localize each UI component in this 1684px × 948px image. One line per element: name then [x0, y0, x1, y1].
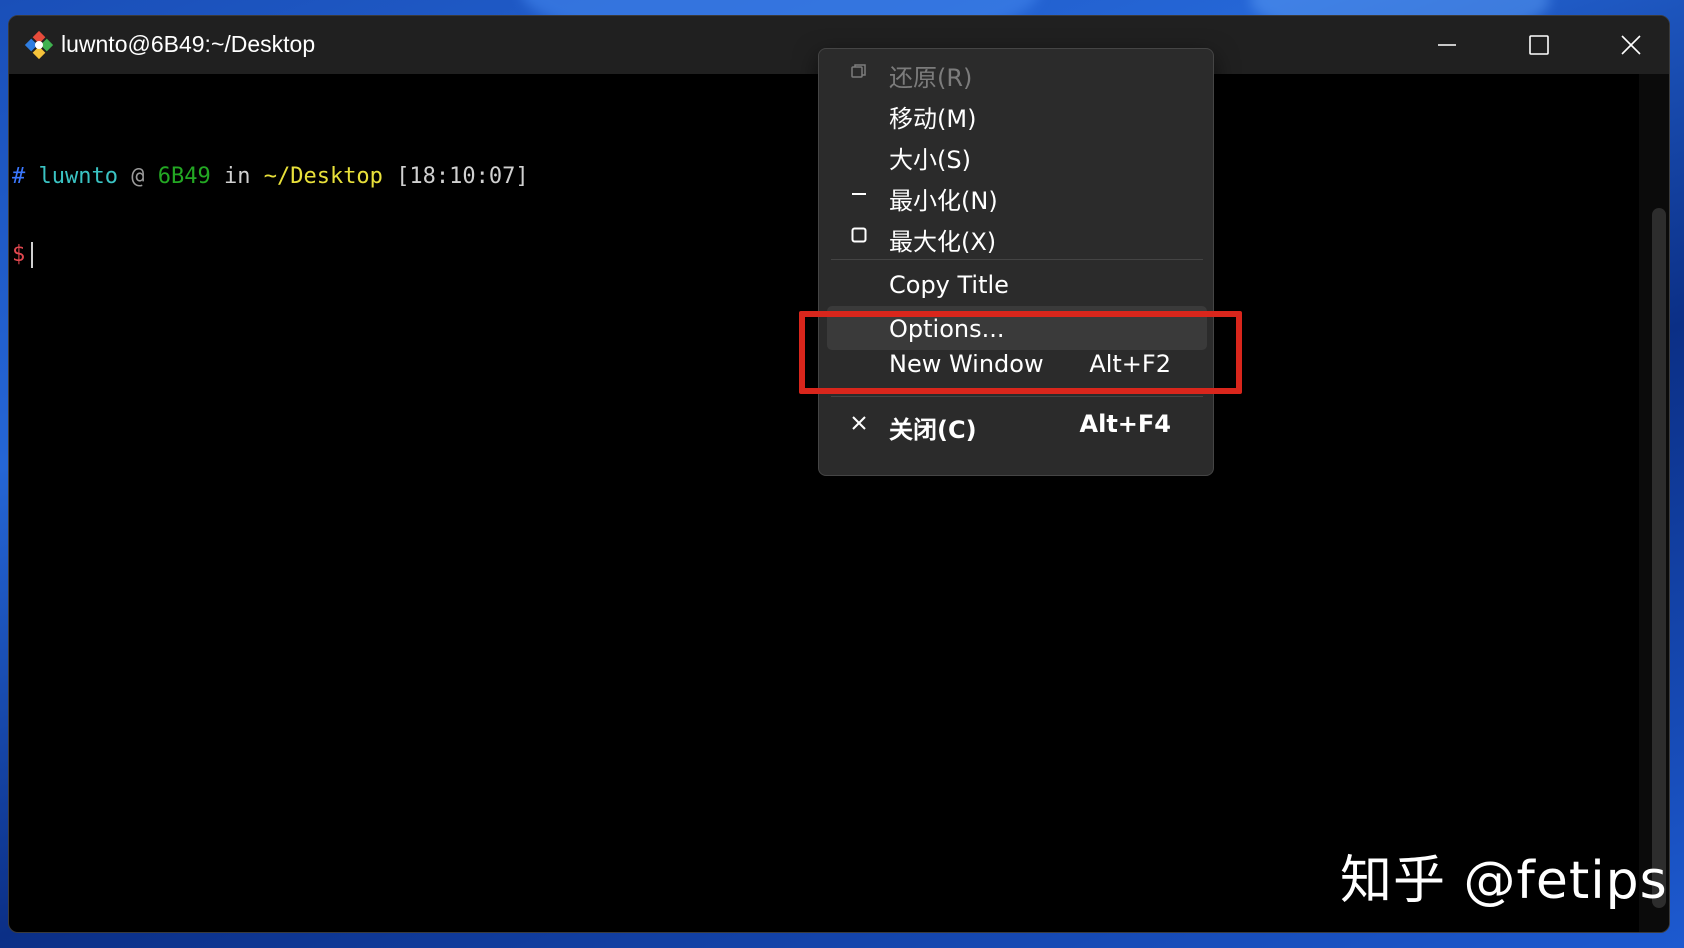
menu-item-minimize[interactable]: 最小化(N) [827, 172, 1207, 216]
prompt-user: luwnto [38, 164, 118, 189]
menu-item-restore[interactable]: 还原(R) [827, 49, 1207, 93]
prompt-time: [18:10:07] [396, 164, 529, 189]
maximize-icon [1529, 35, 1549, 55]
watermark: 知乎 @fetips [1340, 851, 1668, 911]
close-button[interactable] [1585, 16, 1669, 74]
minimize-button[interactable] [1401, 16, 1493, 74]
menu-item-copy-title[interactable]: Copy Title [827, 265, 1207, 301]
text-cursor [31, 242, 34, 268]
prompt-directory: ~/Desktop [263, 164, 383, 189]
menu-item-label: Copy Title [889, 271, 1009, 299]
prompt-hash: # [12, 164, 26, 189]
prompt-in: in [223, 164, 251, 189]
menu-item-close[interactable]: 关闭(C) Alt+F4 [827, 401, 1207, 445]
input-prompt-symbol: $ [12, 242, 26, 267]
close-icon [849, 413, 869, 433]
maximize-icon [849, 225, 869, 245]
maximize-button[interactable] [1493, 16, 1585, 74]
menu-item-label: 移动(M) [889, 105, 977, 133]
annotation-highlight-box [799, 311, 1242, 394]
minimize-icon [1438, 44, 1456, 46]
menu-item-maximize[interactable]: 最大化(X) [827, 213, 1207, 257]
git-logo-icon[interactable] [23, 29, 55, 61]
restore-icon [849, 61, 869, 81]
menu-separator [831, 396, 1203, 397]
menu-item-label: 大小(S) [889, 146, 971, 174]
menu-item-label: 还原(R) [889, 64, 973, 92]
menu-item-label: 最大化(X) [889, 228, 997, 256]
menu-item-label: 关闭(C) [889, 416, 977, 444]
menu-item-size[interactable]: 大小(S) [827, 131, 1207, 175]
prompt-at: @ [131, 164, 145, 189]
window-title: luwnto@6B49:~/Desktop [61, 31, 316, 57]
close-icon [1621, 35, 1641, 55]
menu-item-shortcut: Alt+F4 [1079, 410, 1171, 438]
minimize-icon [849, 184, 869, 204]
scrollbar-thumb[interactable] [1652, 208, 1666, 908]
menu-separator [831, 259, 1203, 260]
window-context-menu: 还原(R) 移动(M) 大小(S) 最小化(N) 最大化(X) Copy Tit… [818, 48, 1214, 476]
menu-item-move[interactable]: 移动(M) [827, 90, 1207, 134]
menu-item-label: 最小化(N) [889, 187, 998, 215]
prompt-host: 6B49 [157, 164, 211, 189]
